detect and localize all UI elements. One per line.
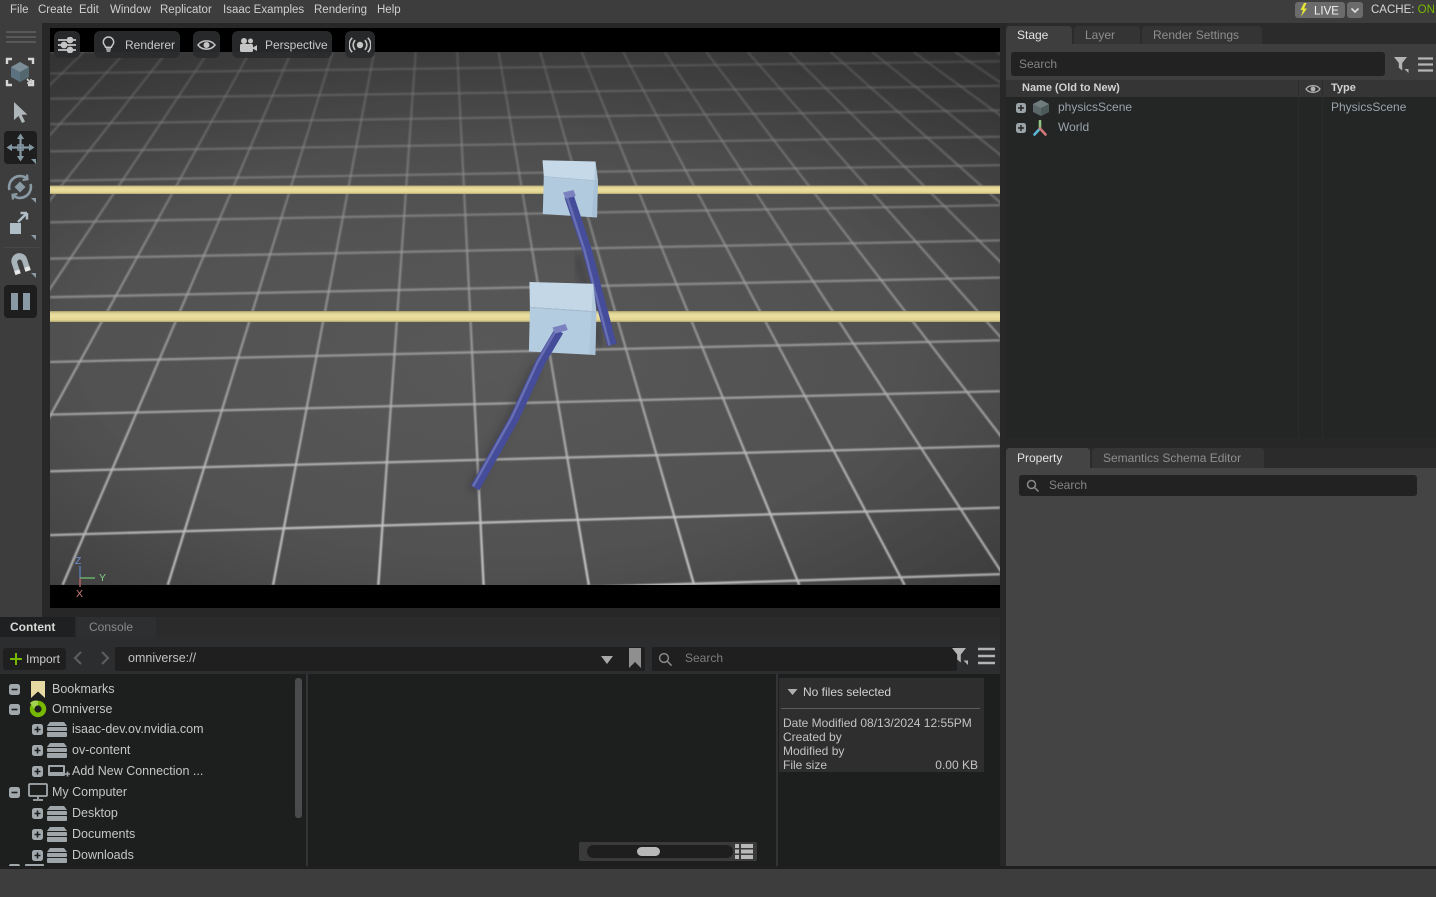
- svg-text:Y: Y: [99, 572, 106, 584]
- svg-text:LIVE: LIVE: [1314, 6, 1339, 18]
- svg-text:X: X: [76, 588, 83, 600]
- svg-text:Z: Z: [75, 555, 82, 567]
